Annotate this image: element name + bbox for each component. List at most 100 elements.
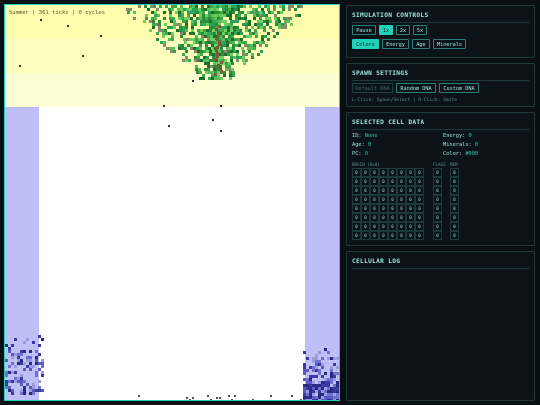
cell-pixel <box>209 50 212 53</box>
cell-pixel <box>243 62 246 65</box>
cell-pixel <box>212 23 215 26</box>
cell-pixel <box>330 375 333 378</box>
view-colors-button[interactable]: Colors <box>352 39 379 49</box>
cell-pixel <box>220 61 223 64</box>
speed-1x-button[interactable]: 1x <box>379 25 393 35</box>
cell-pixel <box>200 53 203 56</box>
mem-cell: 0 <box>450 186 459 195</box>
cell-pixel <box>233 29 236 32</box>
cell-pixel <box>312 357 315 360</box>
cell-pixel <box>312 369 315 372</box>
cell-pixel <box>203 50 206 53</box>
cell-pixel <box>222 8 225 11</box>
brain-cell: 0 <box>388 186 397 195</box>
cell-pixel <box>168 8 171 11</box>
cell-pixel <box>241 47 244 50</box>
flags-cell: 0 <box>433 231 442 240</box>
random-dna-button[interactable]: Random DNA <box>396 83 436 93</box>
cell-pixel <box>41 389 44 392</box>
cell-pixel <box>222 38 225 41</box>
cell-pixel <box>178 17 181 20</box>
cell-pixel <box>145 17 148 20</box>
cell-pixel <box>179 26 182 29</box>
cell-pixel <box>230 29 233 32</box>
cell-pixel <box>244 14 247 17</box>
cell-pixel <box>208 71 211 74</box>
cell-pixel <box>23 392 26 395</box>
cell-pixel <box>212 50 215 53</box>
cell-pixel <box>35 350 38 353</box>
cell-pixel <box>318 369 321 372</box>
cell-pixel <box>210 8 213 11</box>
cell-pixel <box>248 23 251 26</box>
cell-pixel <box>187 11 190 14</box>
speed-2x-button[interactable]: 2x <box>396 25 410 35</box>
cell-pixel <box>210 35 213 38</box>
pause-button[interactable]: Pause <box>352 25 376 35</box>
cell-pixel <box>213 5 216 8</box>
cell-pixel <box>183 38 186 41</box>
cell-pixel <box>234 395 236 397</box>
cell-pixel <box>176 29 179 32</box>
cell-pixel <box>181 44 184 47</box>
cell-pixel <box>265 17 268 20</box>
cell-pixel <box>225 65 228 68</box>
cell-pixel <box>260 26 263 29</box>
cell-pixel <box>211 71 214 74</box>
cell-pixel <box>303 351 306 354</box>
cell-pixel <box>312 381 315 384</box>
cell-pixel <box>20 383 23 386</box>
cell-pixel <box>223 11 226 14</box>
cell-pixel <box>17 356 20 359</box>
cell-pixel <box>187 17 190 20</box>
speed-5x-button[interactable]: 5x <box>413 25 427 35</box>
cell-pixel <box>330 399 333 400</box>
cell-pixel <box>261 38 264 41</box>
cell-pixel <box>138 5 141 8</box>
simulation-canvas[interactable]: Summer | 361 ticks | 0 cycles <box>4 4 340 401</box>
cell-pixel <box>254 23 257 26</box>
cell-pixel <box>339 387 340 390</box>
cell-pixel <box>150 5 153 8</box>
cell-pixel <box>163 11 166 14</box>
cell-pixel <box>29 359 32 362</box>
cell-pixel <box>169 17 172 20</box>
cell-pixel <box>303 369 306 372</box>
custom-dna-button[interactable]: Custom DNA <box>439 83 479 93</box>
cell-pixel <box>220 77 223 80</box>
cell-pixel <box>269 20 272 23</box>
cell-pixel <box>260 50 263 53</box>
cell-pixel <box>250 47 253 50</box>
cell-pixel <box>339 369 340 372</box>
cell-layer <box>5 5 340 400</box>
cell-pixel <box>238 44 241 47</box>
cell-pixel <box>248 20 251 23</box>
cell-pixel <box>231 38 234 41</box>
cell-pixel <box>259 17 262 20</box>
cell-pixel <box>163 44 166 47</box>
cell-pixel <box>303 372 306 375</box>
cell-pixel <box>339 384 340 387</box>
cell-pixel <box>221 20 224 23</box>
cell-pixel <box>259 14 262 17</box>
cell-pixel <box>151 17 154 20</box>
cell-pixel <box>168 32 171 35</box>
divider <box>352 129 529 130</box>
cell-pixel <box>225 32 228 35</box>
cell-pixel <box>309 399 312 400</box>
cell-pixel <box>263 29 266 32</box>
cell-pixel <box>222 32 225 35</box>
cell-pixel <box>215 28 218 31</box>
cell-pixel <box>333 393 336 396</box>
cell-pixel <box>163 17 166 20</box>
cell-pixel <box>333 384 336 387</box>
default-dna-button[interactable]: Default DNA <box>352 83 393 93</box>
view-minerals-button[interactable]: Minerals <box>433 39 466 49</box>
cell-pixel <box>336 357 339 360</box>
cell-pixel <box>202 17 205 20</box>
cell-pixel <box>38 335 41 338</box>
view-age-button[interactable]: Age <box>412 39 430 49</box>
brain-cell: 0 <box>379 222 388 231</box>
cell-pixel <box>26 383 29 386</box>
view-energy-button[interactable]: Energy <box>382 39 409 49</box>
